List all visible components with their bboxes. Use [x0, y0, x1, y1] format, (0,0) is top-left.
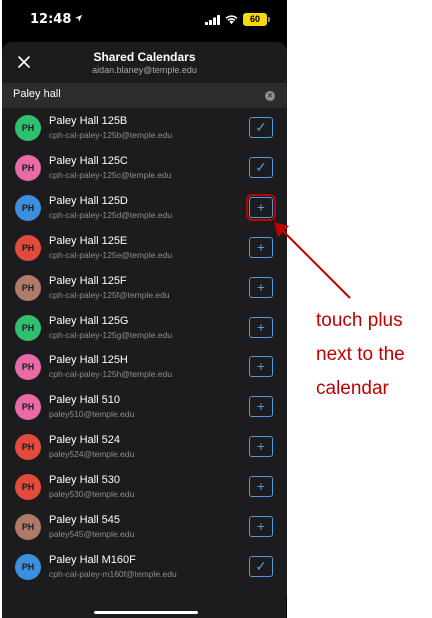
sheet-title: Shared Calendars — [93, 50, 196, 64]
calendar-name: Paley Hall 524 — [49, 434, 120, 447]
added-calendar-check-button[interactable]: ✓ — [249, 555, 273, 577]
clear-search-icon[interactable]: × — [265, 91, 275, 101]
calendar-name: Paley Hall M160F — [49, 553, 136, 566]
calendar-email: cph-cal-paley-125c@temple.edu — [49, 169, 172, 180]
added-calendar-check-button[interactable]: ✓ — [249, 117, 273, 138]
calendar-email: cph-cal-paley-125g@temple.edu — [49, 329, 172, 340]
close-button[interactable] — [14, 52, 34, 72]
calendar-row[interactable]: PH Paley Hall 510 paley510@temple.edu + — [2, 387, 287, 427]
calendar-avatar: PH — [15, 434, 41, 461]
calendar-name: Paley Hall 510 — [49, 394, 120, 407]
calendar-email: cph-cal-paley-125f@temple.edu — [49, 289, 170, 300]
calendar-row[interactable]: PH Paley Hall 125F cph-cal-paley-125f@temp… — [2, 268, 287, 308]
add-calendar-button[interactable]: + — [249, 356, 273, 378]
calendar-row[interactable]: PH Paley Hall 125B cph-cal-paley-125b@temp… — [2, 108, 287, 148]
calendar-name: Paley Hall 125C — [49, 154, 128, 167]
calendar-name: Paley Hall 125E — [49, 234, 128, 247]
calendar-name: Paley Hall 125G — [49, 314, 129, 327]
annotation-line: calendar — [316, 378, 389, 399]
calendar-avatar: PH — [15, 394, 41, 421]
calendar-avatar: PH — [15, 234, 41, 261]
calendar-email: paley524@temple.edu — [49, 449, 135, 460]
calendar-row[interactable]: PH Paley Hall 125D cph-cal-paley-125d@temp… — [2, 188, 287, 228]
calendar-avatar: PH — [15, 194, 41, 221]
calendar-name: Paley Hall 530 — [49, 474, 120, 487]
calendar-avatar: PH — [15, 514, 41, 540]
calendar-avatar: PH — [15, 553, 41, 580]
close-icon — [18, 56, 30, 68]
annotation-line: touch plus — [316, 310, 403, 331]
divider — [286, 597, 287, 618]
calendar-avatar: PH — [15, 115, 41, 141]
calendar-email: cph-cal-paley-125b@temple.edu — [49, 130, 172, 140]
calendar-row[interactable]: PH Paley Hall M160F cph-cal-paley-m160f@te… — [2, 547, 287, 587]
add-calendar-button[interactable]: + — [249, 476, 273, 498]
annotation-text: touch plus next to the calendar — [316, 304, 432, 406]
calendar-row[interactable]: PH Paley Hall 530 paley530@temple.edu + — [2, 467, 287, 507]
annotation-line: next to the — [316, 344, 405, 365]
add-calendar-button[interactable]: + — [246, 193, 276, 221]
cellular-signal-icon — [205, 15, 220, 25]
calendar-row[interactable]: PH Paley Hall 125E cph-cal-paley-125e@temp… — [2, 228, 287, 268]
location-arrow-icon — [74, 14, 83, 23]
add-calendar-button[interactable]: + — [249, 436, 273, 458]
battery-indicator: 60 — [243, 13, 270, 26]
calendar-name: Paley Hall 125D — [49, 194, 128, 207]
calendar-email: cph-cal-paley-125e@temple.edu — [49, 249, 172, 260]
calendar-email: cph-cal-paley-125h@temple.edu — [49, 369, 172, 380]
calendar-avatar: PH — [15, 354, 41, 381]
calendar-avatar: PH — [15, 154, 41, 181]
calendar-email: paley545@temple.edu — [49, 529, 135, 539]
phone-screen: 12:48 60 Shared Calendars aidan.blaney@t… — [2, 0, 287, 618]
calendar-email: paley510@temple.edu — [49, 409, 135, 420]
calendar-row[interactable]: PH Paley Hall 545 paley545@temple.edu + — [2, 507, 287, 547]
calendar-avatar: PH — [15, 474, 41, 501]
calendar-email: cph-cal-paley-125d@temple.edu — [49, 209, 172, 220]
search-bar: × — [2, 83, 287, 108]
calendar-name: Paley Hall 125B — [49, 115, 128, 127]
home-indicator — [94, 611, 198, 614]
add-calendar-button[interactable]: + — [249, 396, 273, 418]
status-bar: 12:48 60 — [2, 0, 287, 42]
calendar-email: paley530@temple.edu — [49, 489, 135, 500]
wifi-icon — [225, 15, 238, 25]
calendar-row[interactable]: PH Paley Hall 125H cph-cal-paley-125h@temp… — [2, 347, 287, 387]
calendar-name: Paley Hall 125H — [49, 354, 128, 367]
calendar-row[interactable]: PH Paley Hall 125G cph-cal-paley-125g@temp… — [2, 308, 287, 348]
calendar-name: Paley Hall 125F — [49, 274, 127, 287]
calendar-avatar: PH — [15, 274, 41, 301]
calendar-row[interactable]: PH Paley Hall 125C cph-cal-paley-125c@temp… — [2, 148, 287, 188]
added-calendar-check-button[interactable]: ✓ — [249, 156, 273, 178]
shared-calendars-sheet: Shared Calendars aidan.blaney@temple.edu… — [2, 42, 287, 618]
account-email: aidan.blaney@temple.edu — [92, 65, 197, 75]
status-time: 12:48 — [30, 12, 72, 27]
calendar-email: cph-cal-paley-m160f@temple.edu — [49, 568, 177, 579]
search-input[interactable] — [13, 88, 253, 100]
calendar-avatar: PH — [15, 314, 41, 341]
add-calendar-button[interactable]: + — [249, 316, 273, 338]
annotation-arrow — [274, 222, 351, 299]
add-calendar-button[interactable]: + — [249, 516, 273, 537]
calendar-name: Paley Hall 545 — [49, 514, 120, 526]
calendar-row[interactable]: PH Paley Hall 524 paley524@temple.edu + — [2, 427, 287, 467]
